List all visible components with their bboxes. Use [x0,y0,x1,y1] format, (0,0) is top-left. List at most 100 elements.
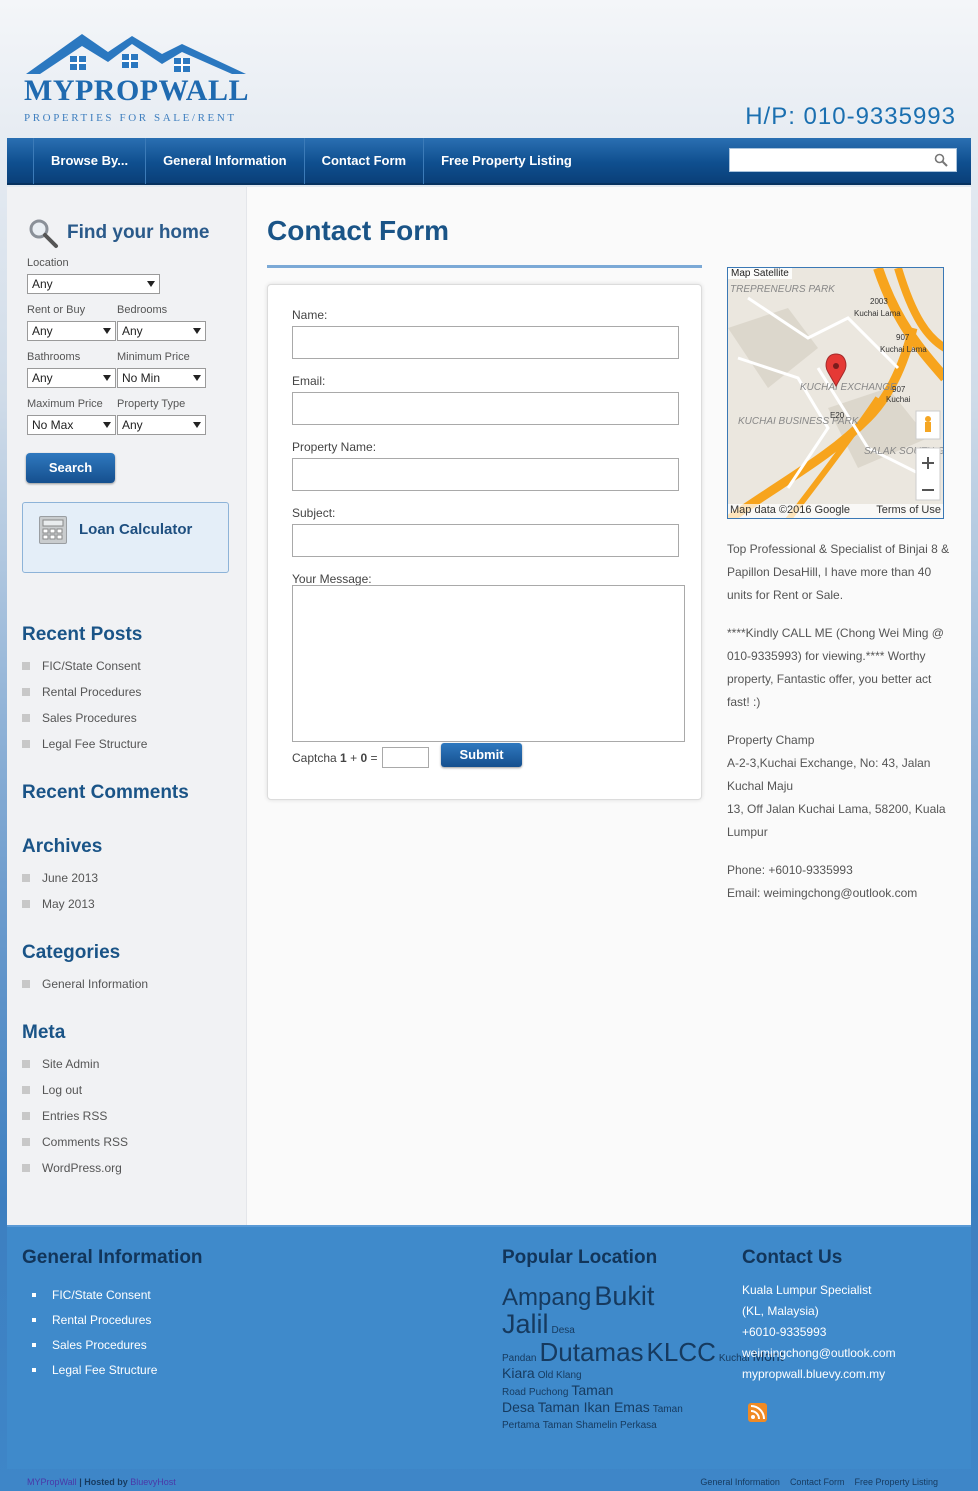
list-item[interactable]: FIC/State Consent [22,653,147,679]
address-line: Property Champ [727,733,815,747]
list-item[interactable]: May 2013 [22,891,98,917]
meta-link[interactable]: WordPress.org [42,1161,122,1175]
recent-post-link[interactable]: Legal Fee Structure [42,737,147,751]
footer-contact-list: Kuala Lumpur Specialist (KL, Malaysia) +… [742,1280,896,1385]
location-select[interactable]: Any [27,274,160,294]
contact-email-link[interactable]: weimingchong@outlook.com [742,1343,896,1364]
map-tab-satellite[interactable]: Satellite [753,268,789,279]
nav-general-information[interactable]: General Information [145,138,304,184]
bullet-icon [22,874,30,882]
meta-link[interactable]: Site Admin [42,1057,99,1071]
agent-email[interactable]: Email: weimingchong@outlook.com [727,882,952,905]
meta-link[interactable]: Log out [42,1083,82,1097]
subject-label: Subject: [292,506,336,520]
archive-link[interactable]: May 2013 [42,897,95,911]
calculator-keys-icon [42,519,64,540]
search-input[interactable] [730,149,920,171]
list-item[interactable]: Rental Procedures [22,679,147,705]
footer-link[interactable]: Rental Procedures [52,1313,151,1327]
tag-link[interactable]: Puchong [529,1387,568,1398]
list-item[interactable]: Entries RSS [22,1103,128,1129]
bullet-icon [22,1086,30,1094]
loan-calculator-button[interactable]: Loan Calculator [22,502,229,573]
footer-link[interactable]: Legal Fee Structure [52,1363,157,1377]
chevron-down-icon [103,422,111,428]
footer-link[interactable]: FIC/State Consent [52,1288,151,1302]
bullet-icon [22,1164,30,1172]
property-name-field[interactable] [292,458,679,491]
tag-link[interactable]: KLCC [647,1337,716,1367]
list-item[interactable]: Legal Fee Structure [32,1357,157,1382]
site-footer: General Information FIC/State Consent Re… [7,1225,971,1469]
subject-field[interactable] [292,524,679,557]
nav-browse-by[interactable]: Browse By... [33,138,145,184]
google-map[interactable]: TREPRENEURS PARK KUCHAI EXCHANGE KUCHAI … [727,267,944,519]
meta-link[interactable]: Comments RSS [42,1135,128,1149]
host-link[interactable]: BluevyHost [130,1477,176,1487]
recent-post-link[interactable]: Sales Procedures [42,711,137,725]
chevron-down-icon [193,422,201,428]
chevron-down-icon [147,281,155,287]
list-item[interactable]: June 2013 [22,865,98,891]
rent-buy-select[interactable]: Any [27,321,116,341]
list-item[interactable]: Rental Procedures [32,1307,157,1332]
tag-link[interactable]: Taman Shamelin Perkasa [543,1420,657,1432]
tag-link[interactable]: Dutamas [539,1337,643,1367]
list-item[interactable]: Sales Procedures [32,1332,157,1357]
property-type-select[interactable]: Any [117,415,206,435]
recent-post-link[interactable]: FIC/State Consent [42,659,141,673]
max-price-select[interactable]: No Max [27,415,116,435]
submit-button[interactable]: Submit [441,743,522,767]
location-select-value: Any [32,277,53,291]
list-item[interactable]: Log out [22,1077,128,1103]
captcha-input[interactable] [382,747,430,768]
bottom-link-general-information[interactable]: General Information [700,1477,780,1487]
bottom-link-contact-form[interactable]: Contact Form [790,1477,845,1487]
contact-website-link[interactable]: mypropwall.bluevy.com.my [742,1364,896,1385]
category-link[interactable]: General Information [42,977,148,991]
tag-link[interactable]: Taman Ikan Emas [538,1399,650,1415]
footer-link[interactable]: Sales Procedures [52,1338,147,1352]
list-item[interactable]: Site Admin [22,1051,128,1077]
archive-link[interactable]: June 2013 [42,871,98,885]
nav-contact-form[interactable]: Contact Form [303,138,424,184]
map-tab-map[interactable]: Map [731,268,750,279]
bathrooms-select[interactable]: Any [27,368,116,388]
page-title: Contact Form [267,215,449,246]
list-item[interactable]: Comments RSS [22,1129,128,1155]
list-item[interactable]: Legal Fee Structure [22,731,147,757]
recent-post-link[interactable]: Rental Procedures [42,685,141,699]
name-field[interactable] [292,326,679,359]
location-label: Location [27,257,69,269]
bullet-icon [22,714,30,722]
search-icon[interactable] [934,153,948,167]
email-field[interactable] [292,392,679,425]
chevron-down-icon [103,328,111,334]
site-name-link[interactable]: MYPropWall [27,1477,77,1487]
list-item[interactable]: FIC/State Consent [32,1282,157,1307]
meta-link[interactable]: Entries RSS [42,1109,107,1123]
bedrooms-select[interactable]: Any [117,321,206,341]
site-logo[interactable]: MYPROPWALL PROPERTIES FOR SALE/RENT [22,30,262,130]
main-navigation: Browse By... General Information Contact… [7,138,971,185]
calculator-icon [39,516,67,544]
name-label: Name: [292,308,328,322]
min-price-select[interactable]: No Min [117,368,206,388]
list-item[interactable]: WordPress.org [22,1155,128,1181]
captcha-row: Captcha 1 + 0 = [292,747,430,768]
tag-link[interactable]: Ampang [502,1284,591,1311]
bottom-link-free-property-listing[interactable]: Free Property Listing [854,1477,938,1487]
bathrooms-label: Bathrooms [27,351,81,363]
chevron-down-icon [193,375,201,381]
rent-buy-select-value: Any [32,324,53,338]
map-terms-link[interactable]: Terms of Use [876,504,941,518]
list-item[interactable]: Sales Procedures [22,705,147,731]
recent-posts-title: Recent Posts [22,624,143,645]
nav-free-property-listing[interactable]: Free Property Listing [423,138,589,184]
property-type-label: Property Type [117,398,186,410]
message-textarea[interactable] [292,585,685,742]
search-button[interactable]: Search [26,453,115,483]
footer-contact-title: Contact Us [742,1247,843,1268]
rss-icon[interactable] [748,1403,767,1422]
list-item[interactable]: General Information [22,971,148,997]
